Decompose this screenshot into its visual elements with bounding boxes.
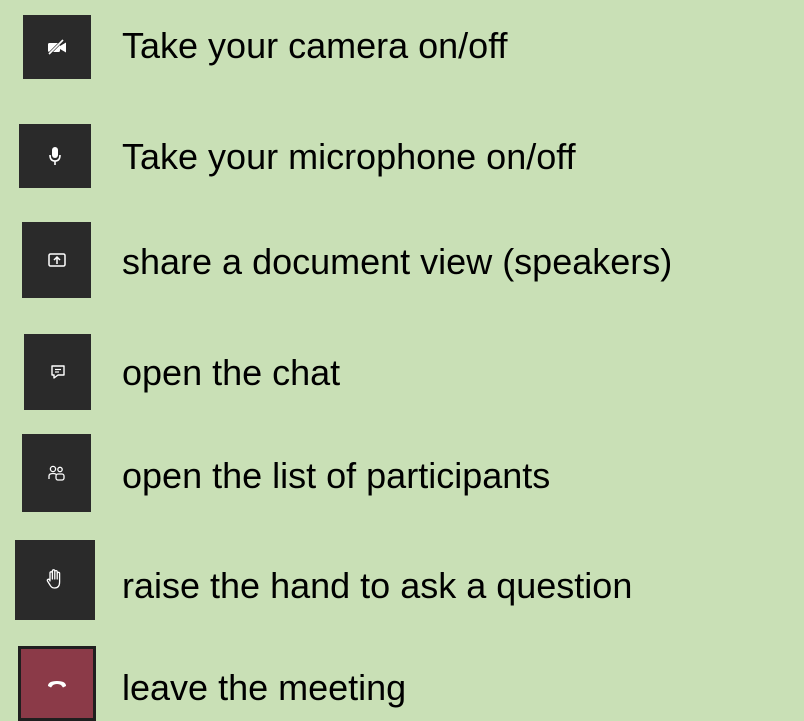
chat-label: open the chat [122, 352, 341, 393]
raise-hand-button[interactable] [15, 540, 95, 620]
participants-label: open the list of participants [122, 455, 551, 496]
participants-button[interactable] [22, 434, 91, 512]
camera-toggle-button[interactable] [23, 15, 91, 79]
share-button[interactable] [22, 222, 91, 298]
chat-button[interactable] [24, 334, 91, 410]
hang-up-icon [46, 677, 68, 691]
microphone-toggle-button[interactable] [19, 124, 91, 188]
share-screen-icon [47, 251, 67, 269]
microphone-toggle-label: Take your microphone on/off [122, 136, 576, 177]
share-label: share a document view (speakers) [122, 241, 673, 282]
camera-toggle-label: Take your camera on/off [122, 25, 508, 66]
leave-meeting-button[interactable] [18, 646, 96, 721]
camera-off-icon [46, 38, 68, 56]
participants-icon [47, 464, 67, 482]
raise-hand-label: raise the hand to ask a question [122, 565, 633, 606]
raise-hand-icon [44, 568, 66, 592]
leave-meeting-label: leave the meeting [122, 667, 407, 708]
microphone-icon [47, 145, 63, 167]
chat-icon [49, 363, 67, 381]
